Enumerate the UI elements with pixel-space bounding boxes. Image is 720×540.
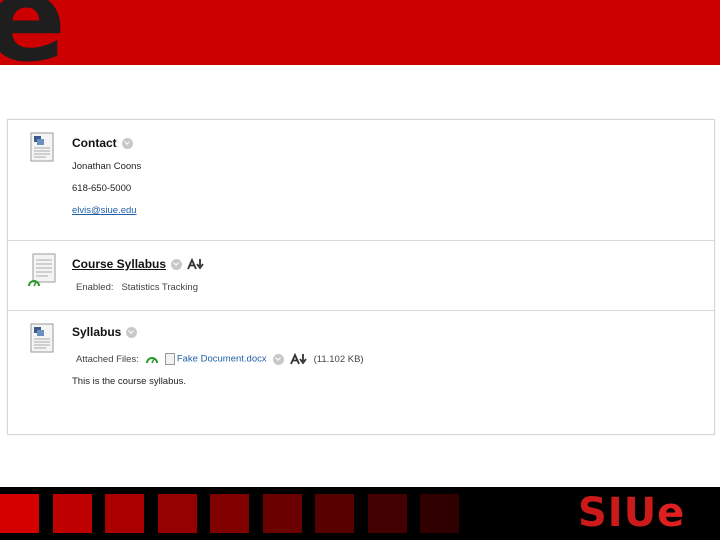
contact-name: Jonathan Coons	[72, 161, 142, 172]
footer-square	[420, 494, 459, 533]
text-to-speech-icon[interactable]	[289, 353, 308, 365]
chevron-down-icon[interactable]	[126, 326, 138, 338]
file-size: (11.102 KB)	[313, 353, 364, 365]
footer-square	[315, 494, 354, 533]
brand-mark: e	[657, 490, 686, 536]
footer-banner: SIUe	[0, 487, 720, 540]
content-item-contact: Contact Jonathan Coons 618-650-5000 elvi…	[8, 120, 714, 241]
enabled-value: Statistics Tracking	[121, 282, 198, 293]
brand-text: SIU	[578, 490, 658, 536]
contact-email-link[interactable]: elvis@siue.edu	[72, 205, 137, 216]
file-link[interactable]: Fake Document.docx	[177, 354, 267, 365]
footer-square	[52, 494, 92, 533]
footer-square	[157, 494, 197, 533]
document-icon	[30, 323, 54, 353]
chevron-down-icon[interactable]	[121, 137, 133, 149]
enabled-row: Enabled: Statistics Tracking	[76, 282, 198, 293]
footer-square	[367, 494, 407, 533]
header-logo: e	[0, 0, 66, 65]
chevron-down-icon[interactable]	[171, 258, 183, 270]
chevron-down-icon[interactable]	[272, 353, 284, 365]
course-syllabus-link[interactable]: Course Syllabus	[72, 257, 166, 271]
attached-files-row: Attached Files: Fake Document.docx (11.1…	[76, 353, 364, 365]
content-item-syllabus: Syllabus Attached Files: Fake Document.d…	[8, 311, 714, 434]
item-title: Syllabus	[72, 325, 122, 339]
header-banner: e	[0, 0, 720, 65]
attached-files-label: Attached Files:	[76, 353, 139, 365]
statistics-tracking-icon	[28, 280, 40, 287]
footer-square	[105, 494, 144, 533]
attached-file[interactable]: Fake Document.docx	[164, 353, 267, 365]
text-to-speech-icon[interactable]	[187, 258, 205, 270]
footer-square	[210, 494, 249, 533]
enabled-label: Enabled:	[76, 282, 114, 293]
document-icon	[30, 132, 54, 162]
footer-square	[0, 494, 39, 533]
contact-phone: 618-650-5000	[72, 183, 132, 194]
item-description: This is the course syllabus.	[72, 376, 187, 387]
content-panel: Contact Jonathan Coons 618-650-5000 elvi…	[7, 119, 715, 435]
footer-brand-logo: SIUe	[578, 489, 685, 537]
content-item-course-syllabus: Course Syllabus Enabled: Statistics Trac…	[8, 241, 714, 311]
item-title: Contact	[72, 136, 117, 150]
footer-square	[262, 494, 302, 533]
statistics-tracking-icon	[145, 357, 158, 364]
file-icon	[164, 353, 175, 365]
